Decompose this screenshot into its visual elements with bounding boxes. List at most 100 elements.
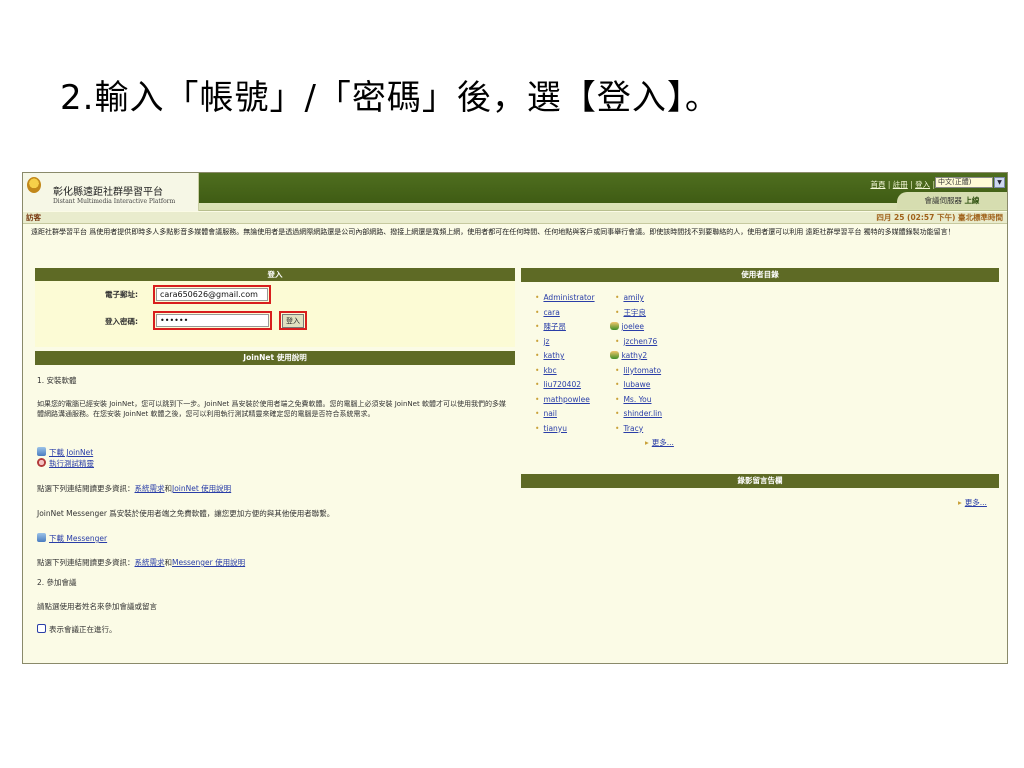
login-panel-header: 登入 [35, 268, 515, 282]
meeting-note: 表示會議正在進行。 [49, 625, 117, 634]
user-link[interactable]: lilytomato [623, 366, 661, 375]
nav-separator: | [910, 180, 913, 189]
list-item[interactable]: • 陳子昂 [535, 320, 595, 335]
user-link[interactable]: amily [623, 293, 644, 302]
joinnet-help-link[interactable]: JoinNet 使用說明 [172, 484, 231, 493]
user-link[interactable]: lubawe [623, 380, 650, 389]
step2-heading: 2. 參加會議 [37, 578, 77, 587]
user-link[interactable]: 王宇良 [623, 308, 646, 317]
user-link[interactable]: nail [543, 409, 557, 418]
user-link[interactable]: kathy2 [621, 351, 647, 360]
joinnet-panel-header: JoinNet 使用說明 [35, 351, 515, 365]
system-requirements-link[interactable]: 系統需求 [135, 484, 165, 493]
user-link[interactable]: cara [543, 308, 559, 317]
list-item[interactable]: • lubawe [615, 378, 662, 393]
step2-description: 請點選使用者姓名來參加會議或留言 [37, 602, 157, 611]
list-item[interactable]: • lilytomato [615, 364, 662, 379]
guest-label: 訪客 [26, 213, 41, 222]
user-link[interactable]: shinder.lin [623, 409, 662, 418]
header-band: 首頁 | 註冊 | 登入 | 中文(正體) ▼ [199, 173, 1007, 203]
meeting-in-progress-icon [37, 624, 46, 633]
list-item[interactable]: • nail [535, 407, 595, 422]
list-item[interactable]: • tianyu [535, 422, 595, 437]
more-info-text: 點選下列連結閱讀更多資訊： [37, 484, 135, 493]
guest-bar: 訪客 四月 25 (02:57 下午) 臺北標準時間 [23, 212, 1007, 224]
and-text: 和 [164, 484, 173, 493]
slide-title: 2.輸入「帳號」/「密碼」後，選【登入】。 [60, 78, 720, 118]
nav-login-link[interactable]: 登入 [915, 180, 930, 189]
login-panel: 電子郵址: cara650626@gmail.com 登入密碼: •••••• … [35, 281, 515, 347]
user-more-link[interactable]: 更多... [652, 438, 674, 447]
more-info-row: 點選下列連結閱讀更多資訊：系統需求和JoinNet 使用說明 [37, 484, 231, 494]
nav-home-link[interactable]: 首頁 [870, 180, 885, 189]
user-list-col1: • Administrator • cara • 陳子昂 • jz • kathy • kb… [535, 291, 595, 436]
password-field[interactable]: •••••• [156, 314, 269, 327]
user-link[interactable]: kathy [543, 351, 564, 360]
logo[interactable]: 彰化縣遠距社群學習平台 Distant Multimedia Interacti… [23, 173, 199, 211]
user-link[interactable]: 陳子昂 [543, 322, 566, 331]
list-item[interactable]: •joelee [610, 320, 662, 335]
list-item[interactable]: • cara [535, 306, 595, 321]
list-item[interactable]: • kbc [535, 364, 595, 379]
email-field[interactable]: cara650626@gmail.com [156, 288, 268, 301]
test-wizard-row: 執行測試精靈 [37, 458, 94, 469]
list-item[interactable]: • Tracy [615, 422, 662, 437]
user-link[interactable]: jzchen76 [623, 337, 657, 346]
user-link[interactable]: Tracy [623, 424, 643, 433]
download-messenger-row: 下載 Messenger [37, 533, 107, 544]
list-item[interactable]: •kathy2 [610, 349, 662, 364]
online-user-icon [610, 322, 620, 330]
logo-subtitle: Distant Multimedia Interactive Platform [53, 198, 176, 205]
top-nav: 首頁 | 註冊 | 登入 | [870, 179, 935, 190]
user-link[interactable]: tianyu [543, 424, 567, 433]
server-label: 會議伺服器 [924, 196, 963, 205]
list-item[interactable]: • 王宇良 [615, 306, 662, 321]
list-item[interactable]: • jz [535, 335, 595, 350]
user-link[interactable]: Ms. You [623, 395, 651, 404]
list-item[interactable]: • shinder.lin [615, 407, 662, 422]
list-item[interactable]: • jzchen76 [615, 335, 662, 350]
login-button[interactable]: 登入 [282, 314, 304, 328]
meeting-note-row: 表示會議正在進行。 [37, 624, 117, 635]
arrow-right-icon: ▸ [958, 498, 962, 507]
email-label: 電子郵址: [105, 290, 138, 299]
user-link[interactable]: kbc [543, 366, 556, 375]
user-link[interactable]: jz [543, 337, 549, 346]
download-icon [37, 533, 46, 542]
step1-heading: 1. 安裝軟體 [37, 376, 77, 385]
download-messenger-link[interactable]: 下載 Messenger [49, 534, 107, 543]
test-wizard-icon [37, 458, 46, 467]
user-more-row: ▸ 更多... [645, 436, 674, 451]
recorded-messages-header: 錄影留言告欄 [521, 474, 999, 488]
list-item[interactable]: • kathy [535, 349, 595, 364]
list-item[interactable]: • liu720402 [535, 378, 595, 393]
messenger-help-link[interactable]: Messenger 使用說明 [172, 558, 245, 567]
more-info-row-2: 點選下列連結閱讀更多資訊：系統需求和Messenger 使用說明 [37, 558, 245, 568]
test-wizard-link[interactable]: 執行測試精靈 [49, 459, 94, 468]
user-link[interactable]: Administrator [543, 293, 594, 302]
language-select[interactable]: 中文(正體) [935, 177, 993, 188]
list-item[interactable]: • Ms. You [615, 393, 662, 408]
server-status-tab: 會議伺服器 上線 [897, 192, 1007, 209]
download-joinnet-link[interactable]: 下載 JoinNet [49, 448, 93, 457]
recorded-more-link[interactable]: 更多... [965, 498, 987, 507]
recorded-more-row: ▸ 更多... [958, 496, 987, 511]
install-description: 如果您的電腦已經安裝 JoinNet，您可以跳到下一步。JoinNet 爲安裝於… [37, 400, 506, 418]
top-bar: 彰化縣遠距社群學習平台 Distant Multimedia Interacti… [23, 173, 1007, 211]
intro-text: 遠距社群學習平台 爲使用者提供即時多人多點影音多媒體會議服務。無論使用者是透過網… [31, 228, 955, 236]
download-icon [37, 447, 46, 456]
list-item[interactable]: • amily [615, 291, 662, 306]
user-link[interactable]: liu720402 [543, 380, 581, 389]
logo-title: 彰化縣遠距社群學習平台 [53, 187, 163, 198]
messenger-description: JoinNet Messenger 爲安裝於使用者端之免費軟體，讓您更加方便的與… [37, 509, 335, 518]
user-list-col2: •amily •王宇良 •joelee •jzchen76 •kathy2 •l… [610, 291, 662, 437]
user-link[interactable]: joelee [621, 322, 644, 331]
system-requirements-link-2[interactable]: 系統需求 [135, 558, 165, 567]
download-joinnet-row: 下載 JoinNet [37, 447, 93, 458]
browser-screenshot: 彰化縣遠距社群學習平台 Distant Multimedia Interacti… [22, 172, 1008, 664]
user-link[interactable]: mathpowlee [543, 395, 589, 404]
list-item[interactable]: • Administrator [535, 291, 595, 306]
list-item[interactable]: • mathpowlee [535, 393, 595, 408]
nav-register-link[interactable]: 註冊 [893, 180, 908, 189]
chevron-down-icon[interactable]: ▼ [994, 177, 1005, 188]
